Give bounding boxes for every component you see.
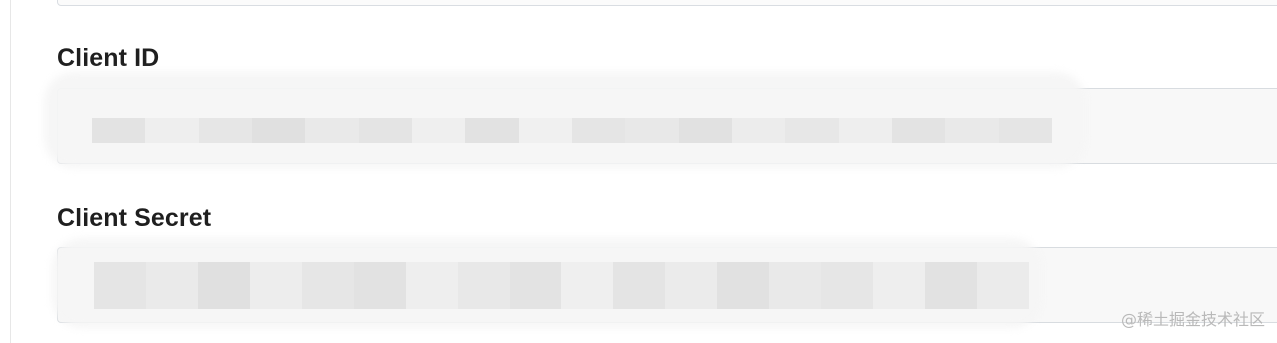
client-id-label: Client ID (57, 44, 160, 72)
previous-input-field[interactable] (57, 0, 1277, 6)
credentials-form: Client ID Client Secret @稀土掘金技术社区 (0, 0, 1277, 343)
client-secret-redaction-pixels (94, 262, 1029, 309)
left-divider (10, 0, 11, 343)
client-id-redaction-pixels (92, 118, 1052, 143)
client-secret-label: Client Secret (57, 204, 212, 232)
watermark-text: @稀土掘金技术社区 (1120, 310, 1265, 329)
